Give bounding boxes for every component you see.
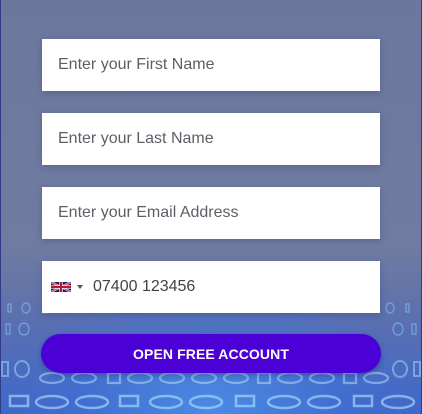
- first-name-input[interactable]: [42, 39, 380, 91]
- left-border: [0, 0, 1, 414]
- first-name-field-container: [42, 39, 380, 91]
- last-name-field-container: [42, 113, 380, 165]
- country-code-dropdown[interactable]: [42, 261, 89, 313]
- phone-field-container: [42, 261, 380, 313]
- chevron-down-icon: [77, 285, 83, 289]
- last-name-input[interactable]: [42, 113, 380, 165]
- email-input[interactable]: [42, 187, 380, 239]
- uk-flag-icon: [51, 282, 71, 292]
- email-field-container: [42, 187, 380, 239]
- open-free-account-button[interactable]: OPEN FREE ACCOUNT: [41, 334, 381, 373]
- phone-input[interactable]: [89, 261, 380, 313]
